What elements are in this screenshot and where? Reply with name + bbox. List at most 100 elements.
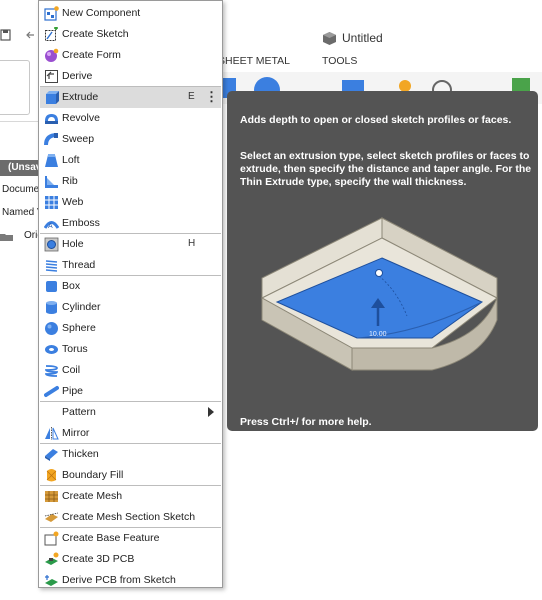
menu-item-label: Rib	[62, 175, 78, 187]
menu-item-rib[interactable]: Rib	[40, 171, 221, 192]
menu-item-create-mesh[interactable]: Create Mesh	[40, 486, 221, 507]
more-options-icon[interactable]: ⋮	[205, 89, 218, 104]
menu-item-pipe[interactable]: Pipe	[40, 381, 221, 402]
web-icon	[45, 196, 58, 209]
extrude-tooltip: Adds depth to open or closed sketch prof…	[227, 91, 538, 431]
menu-item-label: Create 3D PCB	[62, 553, 135, 565]
menu-item-create-mesh-section-sketch[interactable]: Create Mesh Section Sketch	[40, 507, 221, 528]
menu-item-label: Mirror	[62, 427, 90, 439]
menu-item-new-component[interactable]: New Component	[40, 3, 221, 24]
menu-item-label: Create Mesh	[62, 490, 123, 502]
menu-item-label: Sweep	[62, 133, 95, 145]
menu-item-label: Thread	[62, 259, 96, 271]
emboss-icon: A	[44, 221, 59, 230]
menu-item-label: Web	[62, 196, 84, 208]
svg-text:A: A	[48, 223, 53, 230]
pipe-icon	[44, 386, 59, 397]
boundary-fill-icon	[46, 469, 57, 482]
menu-item-cylinder[interactable]: Cylinder	[40, 297, 221, 318]
menu-item-revolve[interactable]: Revolve	[40, 108, 221, 129]
menu-item-label: Create Mesh Section Sketch	[62, 511, 196, 523]
left-tool-button[interactable]	[0, 60, 30, 115]
tooltip-help-hint: Press Ctrl+/ for more help.	[240, 416, 372, 428]
create-sketch-icon	[45, 27, 58, 41]
create-mesh-icon	[45, 491, 58, 502]
menu-item-derive-pcb-from-sketch[interactable]: Derive PCB from Sketch	[40, 570, 221, 591]
new-component-icon	[44, 6, 59, 21]
extrude-distance-label: 10.00	[369, 331, 387, 338]
menu-item-sweep[interactable]: Sweep	[40, 129, 221, 150]
browser-panel: (Unsaved) Document Settings Named Views …	[0, 160, 87, 250]
menu-item-derive[interactable]: Derive	[40, 66, 221, 87]
menu-item-loft[interactable]: Loft	[40, 150, 221, 171]
coil-icon	[45, 365, 58, 377]
menu-item-label: Thicken	[62, 448, 99, 460]
menu-item-coil[interactable]: Coil	[40, 360, 221, 381]
thicken-icon	[45, 449, 58, 461]
ribbon-tabs: SHEET METAL TOOLS	[218, 52, 542, 72]
menu-item-thicken[interactable]: Thicken	[40, 444, 221, 465]
menu-item-web[interactable]: Web	[40, 192, 221, 213]
menu-item-create-form[interactable]: Create Form	[40, 45, 221, 66]
menu-item-label: New Component	[62, 7, 141, 19]
revolve-icon	[45, 114, 58, 124]
menu-item-label: Extrude	[62, 91, 99, 103]
create-dropdown-menu: New Component Create Sketch Create Form …	[38, 0, 223, 588]
mesh-section-sketch-icon	[44, 512, 59, 522]
menu-item-torus[interactable]: Torus	[40, 339, 221, 360]
thread-icon	[45, 260, 58, 272]
menu-item-label: Coil	[62, 364, 81, 376]
document-title-text: Untitled	[342, 31, 383, 45]
menu-item-label: Derive	[62, 70, 93, 82]
tab-tools[interactable]: TOOLS	[322, 55, 357, 67]
undo-arrow-icon[interactable]	[26, 31, 34, 39]
mirror-icon	[45, 427, 59, 440]
hole-icon	[44, 237, 59, 252]
menu-item-label: Torus	[62, 343, 88, 355]
base-feature-icon	[44, 531, 59, 546]
menu-item-label: Pattern	[62, 406, 96, 418]
menu-item-hole[interactable]: Hole H	[40, 234, 221, 255]
tooltip-title: Adds depth to open or closed sketch prof…	[240, 114, 512, 126]
tab-sheet-metal[interactable]: SHEET METAL	[218, 55, 290, 67]
menu-item-extrude[interactable]: Extrude E ⋮	[40, 87, 221, 108]
menu-item-label: Cylinder	[62, 301, 101, 313]
menu-item-box[interactable]: Box	[40, 276, 221, 297]
3d-pcb-icon	[45, 552, 59, 565]
create-form-icon	[45, 48, 59, 62]
menu-item-label: Create Sketch	[62, 28, 129, 40]
menu-item-label: Loft	[62, 154, 80, 166]
menu-item-shortcut: E	[188, 91, 195, 102]
menu-item-pattern[interactable]: Pattern	[40, 402, 221, 423]
derive-icon	[45, 70, 58, 83]
menu-item-thread[interactable]: Thread	[40, 255, 221, 276]
menu-item-create-3d-pcb[interactable]: Create 3D PCB	[40, 549, 221, 570]
menu-item-emboss[interactable]: A Emboss	[40, 213, 221, 234]
app-toolbar-icons	[0, 29, 34, 41]
save-icon[interactable]	[0, 29, 11, 41]
tooltip-description: Select an extrusion type, select sketch …	[240, 150, 532, 188]
extrude-icon	[46, 91, 59, 104]
menu-item-create-base-feature[interactable]: Create Base Feature	[40, 528, 221, 549]
box-icon	[46, 281, 57, 292]
menu-item-label: Hole	[62, 238, 84, 250]
submenu-arrow-icon	[208, 407, 214, 417]
cylinder-icon	[46, 301, 57, 314]
menu-item-sphere[interactable]: Sphere	[40, 318, 221, 339]
menu-item-label: Create Base Feature	[62, 532, 160, 544]
torus-icon	[45, 345, 58, 354]
menu-item-mirror[interactable]: Mirror	[40, 423, 221, 444]
menu-item-boundary-fill[interactable]: Boundary Fill	[40, 465, 221, 486]
browser-header: (Unsaved)	[0, 160, 38, 176]
sphere-icon	[45, 322, 58, 335]
menu-item-label: Create Form	[62, 49, 121, 61]
menu-item-label: Emboss	[62, 217, 100, 229]
menu-item-create-sketch[interactable]: Create Sketch	[40, 24, 221, 45]
sweep-icon	[44, 133, 58, 146]
rib-icon	[45, 176, 58, 188]
menu-item-shortcut: H	[188, 238, 196, 249]
extrude-illustration: 10.00	[260, 217, 498, 371]
menu-item-label: Revolve	[62, 112, 100, 124]
document-cube-icon	[323, 31, 336, 45]
derive-pcb-icon	[45, 575, 58, 586]
